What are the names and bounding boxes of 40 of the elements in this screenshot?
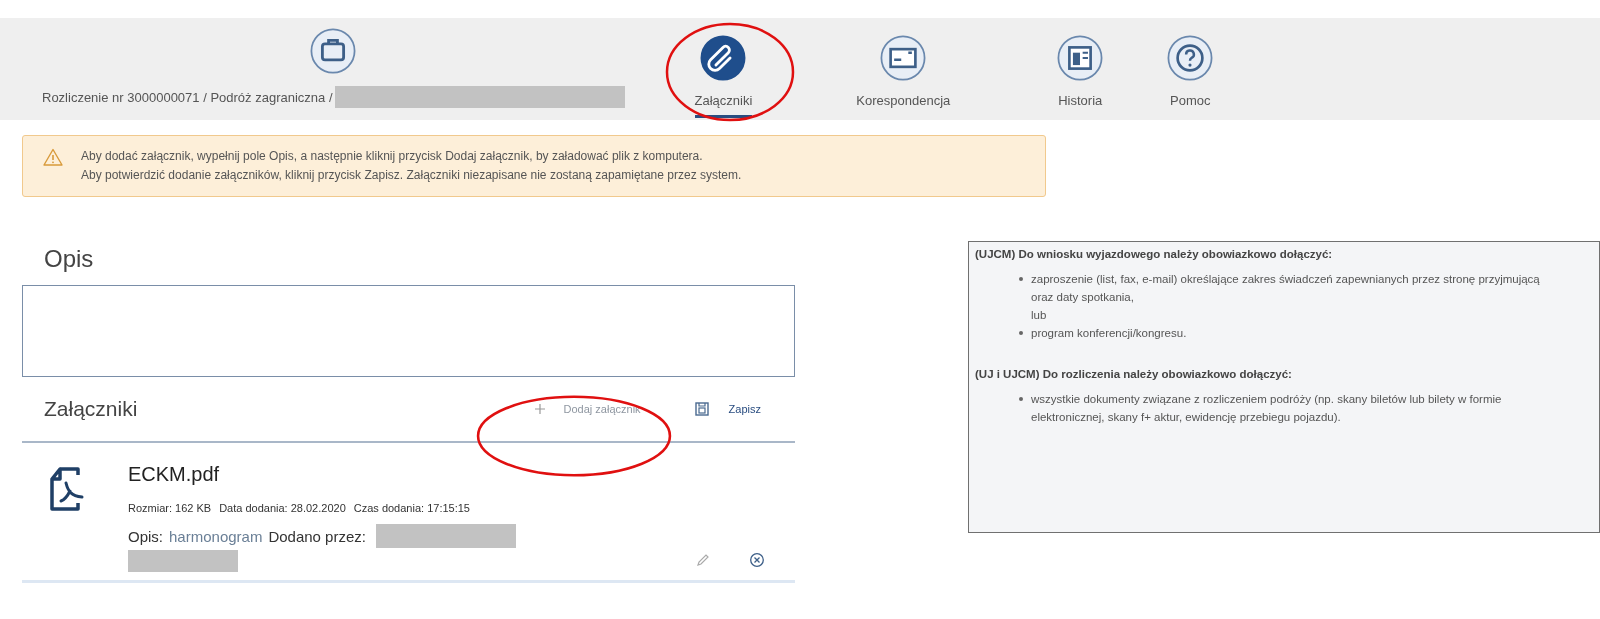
nav-tab[interactable]: Korespondencja [856,35,951,118]
save-button[interactable]: Zapisz [688,398,767,420]
bullet-icon [1019,277,1023,281]
nav-tab[interactable]: Rozliczenie nr 3000000071 / Podróż zagraniczna / [42,28,625,118]
bullet-icon [1019,397,1023,401]
info-text: program konferencji/kongresu. [1031,326,1188,341]
tab-label: Historia [1058,93,1103,108]
file-meta-text: Czas dodania: 17:15:15 [353,502,470,514]
briefcase-icon [310,28,357,74]
tab-label: Załączniki [694,93,753,108]
paperclip-icon [700,35,747,81]
nav-tab[interactable]: Historia [1057,35,1104,118]
tab-label: Korespondencja [856,93,951,108]
document-icon [1057,35,1104,81]
warning-icon [43,148,63,166]
info-heading: (UJCM) Do wniosku wyjazdowego należy obowiazkowo dołączyć: [975,248,1334,260]
alert-message: Aby dodać załącznik, wypełnij pole Opis, a następnie kliknij przycisk Dodaj załącznik, by załadować plik z komputera. [81,148,704,165]
tab-label: Pomoc [1170,93,1211,108]
pdf-file-icon [48,467,84,511]
file-desc-label: Opis: [128,527,163,545]
edit-icon[interactable] [695,552,711,568]
field-label: Opis [44,245,95,273]
file-name: ECKM.pdf [128,463,221,486]
info-heading: (UJ i UJCM) Do rozliczenia należy obowiazkowo dołączyć: [975,368,1293,380]
tab-label: Rozliczenie nr 3000000071 / Podróż zagraniczna / [42,89,333,105]
help-icon [1167,35,1214,81]
file-desc-value: harmonogram [169,527,263,545]
card-icon [880,35,927,81]
plus-icon [533,403,546,415]
nav-tab[interactable]: Pomoc [1167,35,1214,118]
file-meta-text: Data dodania: 28.02.2020 [219,502,346,514]
section-title: Załączniki [44,397,139,421]
alert-message: Aby potwierdzić dodanie załączników, kliknij przycisk Zapisz. Załączniki niezapisane nie zostaną zapamiętane przez system. [81,167,742,184]
bullet-icon [1019,331,1023,335]
remove-icon[interactable] [749,552,765,568]
added-by-label: Dodano przez: [268,527,366,545]
description-field[interactable] [22,285,795,377]
info-text: wszystkie dokumenty związane z rozliczeniem podróży (np. skany biletów lub bilety w formie elektronicznej, skany f+ aktur, ewidencję przebiegu pojazdu). [1031,392,1503,425]
file-meta-text: Rozmiar: 162 KB [128,502,212,514]
save-icon [694,402,709,416]
